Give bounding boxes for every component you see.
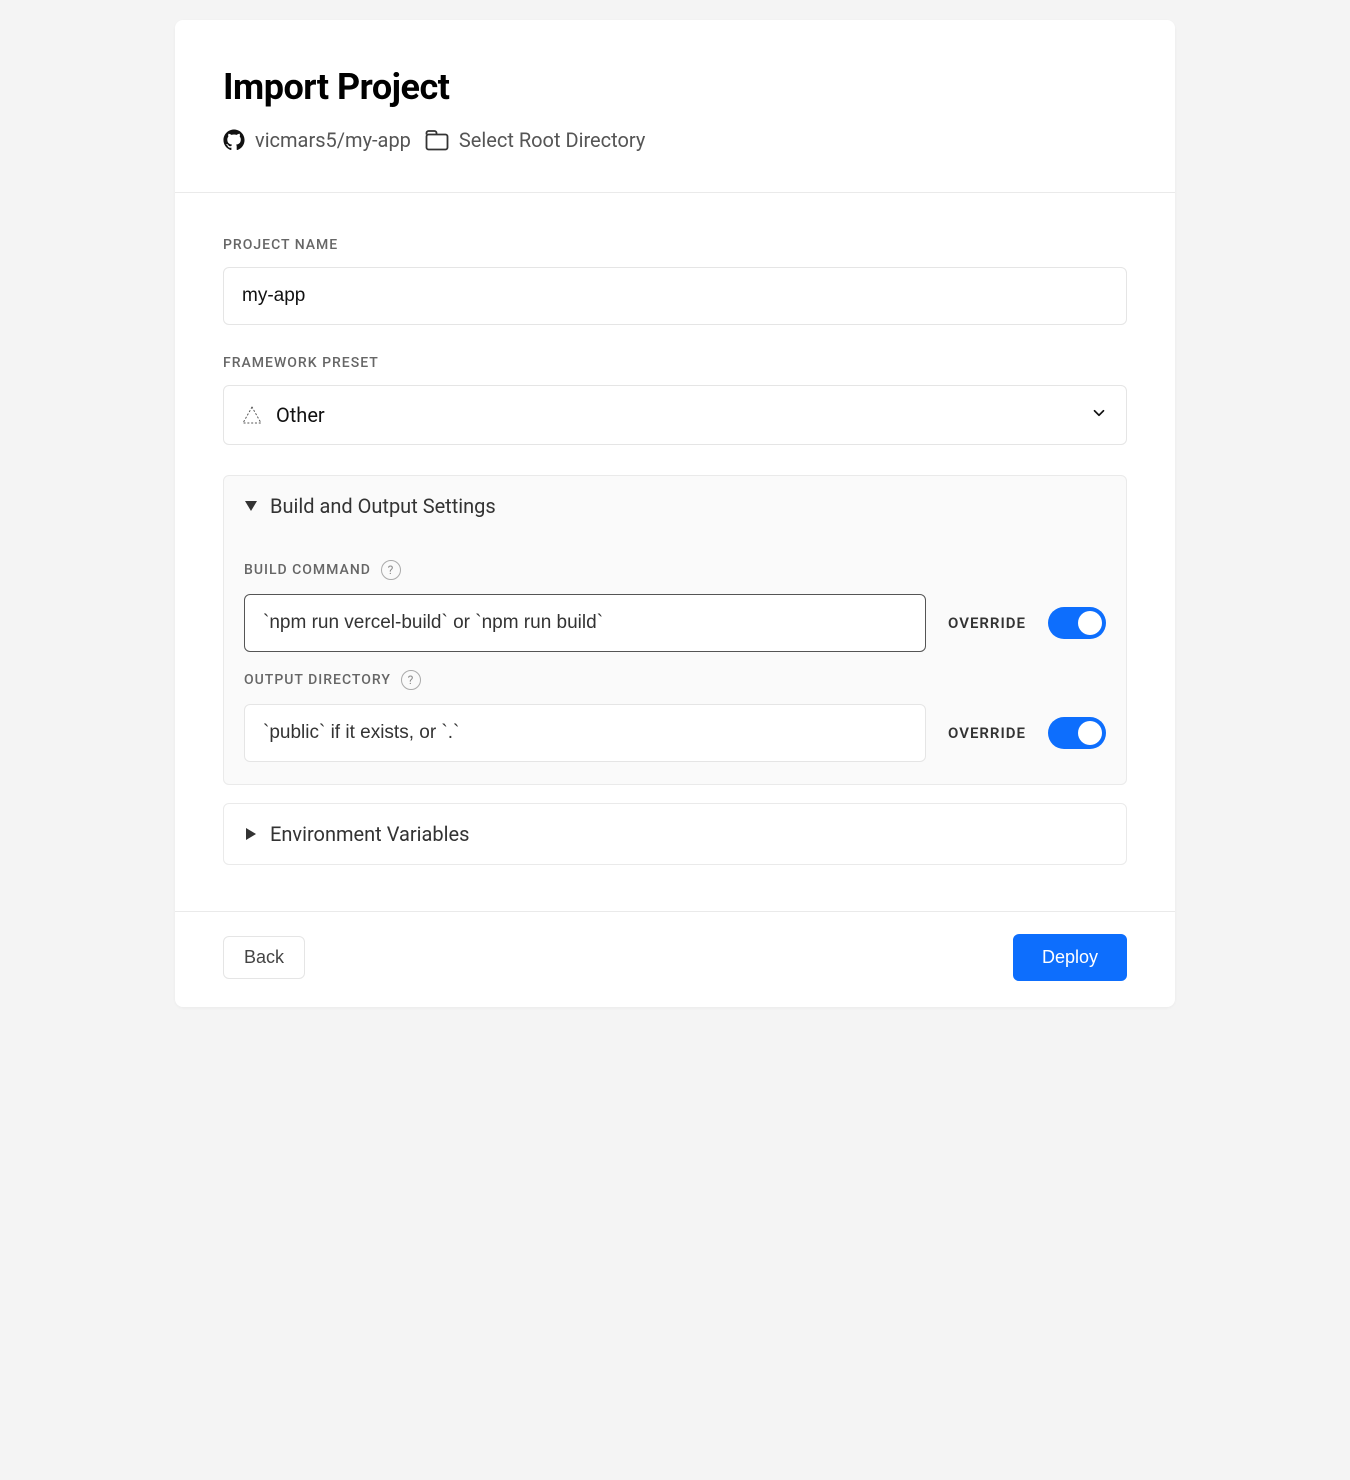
build-command-override-toggle[interactable] [1048, 607, 1106, 639]
override-label: OVERRIDE [948, 614, 1026, 632]
env-vars-panel: Environment Variables [223, 803, 1127, 865]
framework-preset-field: FRAMEWORK PRESET Other [223, 355, 1127, 445]
root-directory-label: Select Root Directory [459, 128, 645, 152]
env-vars-toggle[interactable]: Environment Variables [224, 804, 1126, 864]
framework-other-icon [242, 406, 262, 424]
build-output-title: Build and Output Settings [270, 494, 496, 518]
deploy-button[interactable]: Deploy [1013, 934, 1127, 981]
build-output-panel: Build and Output Settings BUILD COMMAND … [223, 475, 1127, 785]
back-button[interactable]: Back [223, 936, 305, 979]
build-output-body: BUILD COMMAND ? OVERRIDE OUTPUT DIRECTOR… [224, 536, 1126, 784]
build-command-label: BUILD COMMAND ? [244, 560, 1106, 580]
import-project-card: Import Project vicmars5/my-app Select R [175, 20, 1175, 1007]
card-header: Import Project vicmars5/my-app Select R [175, 20, 1175, 193]
github-icon [223, 129, 245, 151]
build-output-toggle[interactable]: Build and Output Settings [224, 476, 1126, 536]
card-footer: Back Deploy [175, 911, 1175, 1007]
env-vars-title: Environment Variables [270, 822, 469, 846]
output-directory-label: OUTPUT DIRECTORY ? [244, 670, 1106, 690]
framework-preset-select[interactable]: Other [223, 385, 1127, 445]
disclosure-right-icon [244, 828, 258, 840]
breadcrumb: vicmars5/my-app Select Root Directory [223, 128, 1127, 152]
output-directory-field: OUTPUT DIRECTORY ? OVERRIDE [244, 670, 1106, 762]
output-directory-override-toggle[interactable] [1048, 717, 1106, 749]
project-name-input[interactable] [223, 267, 1127, 325]
project-name-field: PROJECT NAME [223, 237, 1127, 325]
framework-preset-value: Other [276, 403, 1090, 427]
page-title: Import Project [223, 66, 1127, 108]
root-directory-link[interactable]: Select Root Directory [425, 128, 645, 152]
chevron-down-icon [1090, 404, 1108, 427]
folder-icon [425, 129, 449, 151]
project-name-label: PROJECT NAME [223, 237, 1127, 253]
framework-preset-label: FRAMEWORK PRESET [223, 355, 1127, 371]
build-command-field: BUILD COMMAND ? OVERRIDE [244, 560, 1106, 652]
repo-name: vicmars5/my-app [255, 128, 411, 152]
card-body: PROJECT NAME FRAMEWORK PRESET Other [175, 193, 1175, 911]
output-directory-input[interactable] [244, 704, 926, 762]
disclosure-down-icon [244, 500, 258, 512]
override-label: OVERRIDE [948, 724, 1026, 742]
build-command-input[interactable] [244, 594, 926, 652]
help-icon[interactable]: ? [401, 670, 421, 690]
repo-link[interactable]: vicmars5/my-app [223, 128, 411, 152]
help-icon[interactable]: ? [381, 560, 401, 580]
